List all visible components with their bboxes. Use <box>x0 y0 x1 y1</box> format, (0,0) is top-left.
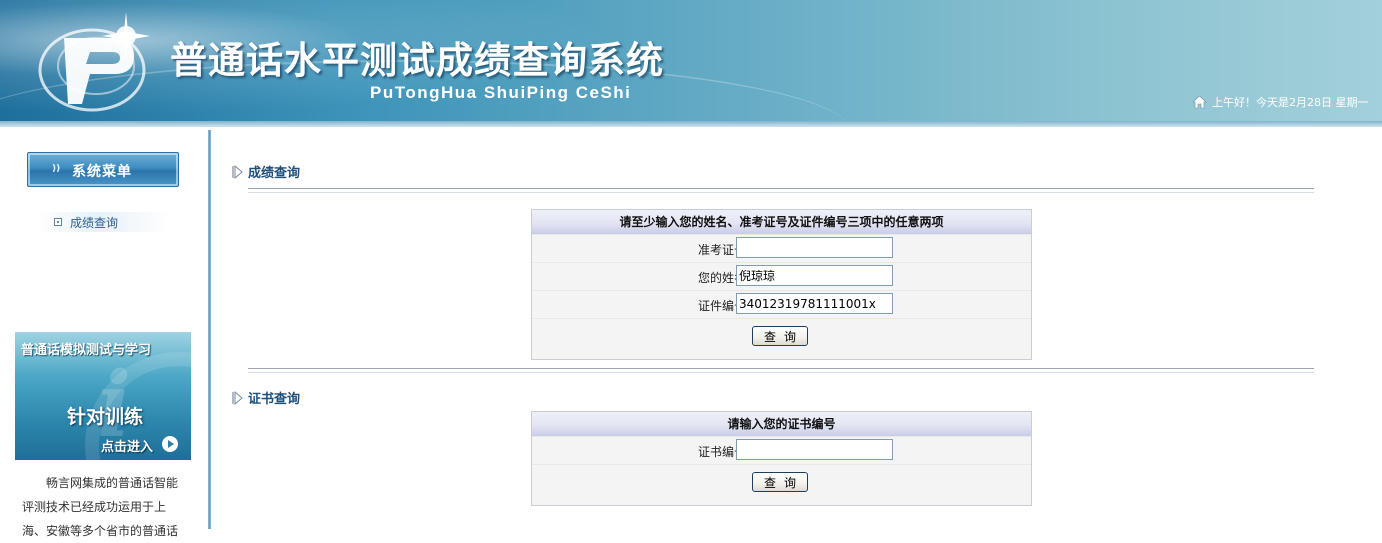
exam-number-input[interactable] <box>736 237 893 258</box>
name-input[interactable] <box>736 265 893 286</box>
score-query-panel: 请至少输入您的姓名、准考证号及证件编号三项中的任意两项 准考证号： 您的姓名： … <box>531 209 1032 360</box>
section-arrow-icon <box>232 391 243 405</box>
site-subtitle: PuTongHua ShuiPing CeShi <box>370 83 632 102</box>
sidebar-item-score-query[interactable]: 成绩查询 <box>38 212 170 232</box>
section-title-score-query: 成绩查询 <box>232 162 300 181</box>
panel-title: 请输入您的证书编号 <box>532 412 1031 436</box>
form-row-cert-number: 证书编号： <box>532 436 1031 464</box>
section-divider <box>248 368 1314 373</box>
sidebar: )) 系统菜单 成绩查询 i 普通话模拟测试与学习 针对训练 点击进入 畅言网集… <box>0 127 208 538</box>
bullet-icon <box>54 218 62 226</box>
cert-number-input[interactable] <box>736 439 893 460</box>
form-row-id-number: 证件编号： <box>532 290 1031 318</box>
section-arrow-icon <box>232 165 243 179</box>
promo-description: 畅言网集成的普通话智能评测技术已经成功运用于上海、安徽等多个省市的普通话 <box>22 476 179 538</box>
panel-title: 请至少输入您的姓名、准考证号及证件编号三项中的任意两项 <box>532 210 1031 234</box>
button-row: 查询 <box>532 318 1031 359</box>
promo-enter-link[interactable]: 点击进入 <box>101 436 153 455</box>
logo-icon <box>38 12 150 112</box>
cert-query-button[interactable]: 查询 <box>752 472 808 492</box>
greeting-text: 上午好！今天是2月28日 星期一 <box>1212 96 1369 109</box>
score-query-button[interactable]: 查询 <box>752 326 808 346</box>
menu-header-label: 系统菜单 <box>72 164 132 180</box>
promo-banner[interactable]: i 普通话模拟测试与学习 针对训练 点击进入 <box>15 332 191 460</box>
site-title: 普通话水平测试成绩查询系统 <box>170 39 664 82</box>
form-row-exam-number: 准考证号： <box>532 234 1031 262</box>
section-title-text: 证书查询 <box>248 392 301 407</box>
menu-header-icon: )) <box>52 164 61 174</box>
promo-subtitle: 针对训练 <box>67 406 144 428</box>
play-icon[interactable] <box>162 436 178 452</box>
section-divider <box>248 188 1314 193</box>
button-row: 查询 <box>532 464 1031 505</box>
sidebar-menu-header: )) 系统菜单 <box>27 152 179 187</box>
id-number-input[interactable] <box>736 293 893 314</box>
form-row-name: 您的姓名： <box>532 262 1031 290</box>
sidebar-divider <box>208 130 211 529</box>
section-title-text: 成绩查询 <box>248 166 301 181</box>
home-icon[interactable] <box>1192 95 1207 109</box>
section-title-cert-query: 证书查询 <box>232 388 300 407</box>
header-banner: 普通话水平测试成绩查询系统 PuTongHua ShuiPing CeShi 上… <box>0 0 1382 127</box>
promo-title: 普通话模拟测试与学习 <box>21 343 152 358</box>
greeting: 上午好！今天是2月28日 星期一 <box>1192 94 1369 110</box>
cert-query-panel: 请输入您的证书编号 证书编号： 查询 <box>531 411 1032 506</box>
sidebar-item-label: 成绩查询 <box>70 216 119 230</box>
